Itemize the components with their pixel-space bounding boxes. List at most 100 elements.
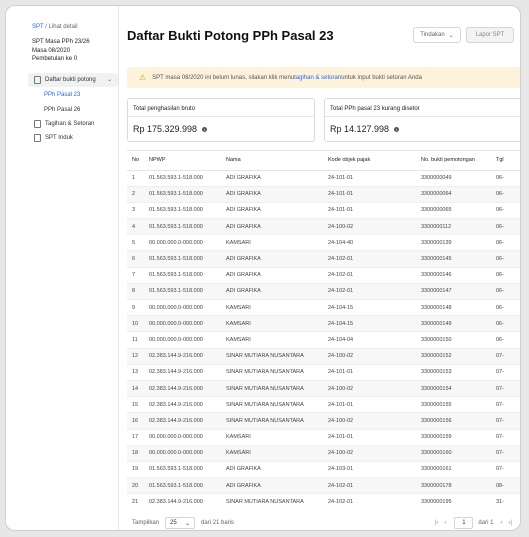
table-row[interactable]: 7 01.563.593.1-518.000 ADI GRAFIKA 24-102-0…	[127, 267, 520, 284]
table-row[interactable]: 5 00.000.000.0-000.000 KAMSARI 24-104-40 330…	[127, 234, 520, 252]
alert-tagihan-link[interactable]: tagihan & setoran	[294, 75, 341, 81]
table-row[interactable]: 18 00.000.000.0-000.000 KAMSARI 24-100-02 33…	[127, 445, 520, 462]
cell-nomor-bukti: 3300000064	[421, 186, 496, 203]
table-row[interactable]: 15 02.383.144.9-216.000 SINAR MUTIARA NUSA…	[127, 396, 520, 414]
pph-summary-card: Total PPh pasal 23 kurang disetor Rp 14.…	[324, 98, 520, 142]
app-window: SPT / Lihat detail SPT Masa PPh 23/26 Ma…	[5, 5, 521, 531]
chevron-down-icon: ⌄	[184, 520, 191, 527]
cell-kode-objek: 24-102-01	[328, 283, 421, 301]
tindakan-button[interactable]: Tindakan ⌄	[413, 27, 461, 43]
cell-tanggal: 31-	[496, 493, 520, 506]
cell-no: 13	[127, 364, 149, 381]
cell-nama: SINAR MUTIARA NUSANTARA	[226, 348, 328, 365]
page-number-input[interactable]: 1	[454, 517, 474, 529]
table-row[interactable]: 4 01.563.593.1-518.000 ADI GRAFIKA 24-100-0…	[127, 218, 520, 236]
table-row[interactable]: 8 01.563.593.1-518.000 ADI GRAFIKA 24-102-0…	[127, 283, 520, 301]
per-page-select[interactable]: 25 ⌄	[165, 517, 196, 529]
cell-no: 20	[127, 477, 149, 495]
table-row[interactable]: 21 02.383.144.9-216.000 SINAR MUTIARA NUSA…	[127, 493, 520, 506]
last-page-icon[interactable]: ›|	[508, 520, 512, 526]
sidebar-item-spt-induk[interactable]: SPT Induk	[28, 131, 118, 145]
column-header-no[interactable]: No	[127, 151, 149, 171]
cell-nama: ADI GRAFIKA	[226, 170, 328, 187]
cell-tanggal: 07-	[496, 429, 520, 446]
cell-nomor-bukti: 3300000156	[421, 412, 496, 430]
sidebar-item-pph-26[interactable]: PPh Pasal 26	[28, 102, 118, 117]
document-icon	[34, 76, 41, 84]
cell-kode-objek: 24-100-02	[328, 380, 421, 398]
info-icon[interactable]: i	[202, 126, 208, 132]
table-row[interactable]: 19 01.563.593.1-518.000 ADI GRAFIKA 24-103-…	[127, 461, 520, 479]
cell-no: 14	[127, 380, 149, 398]
first-page-icon[interactable]: |‹	[435, 520, 439, 526]
cell-nama: SINAR MUTIARA NUSANTARA	[226, 380, 328, 398]
table-row[interactable]: 17 00.000.000.0-000.000 KAMSARI 24-101-01 33…	[127, 429, 520, 446]
table-row[interactable]: 14 02.383.144.9-216.000 SINAR MUTIARA NUSA…	[127, 380, 520, 398]
column-header-kode-objek[interactable]: Kode objek pajak	[328, 151, 421, 171]
cell-kode-objek: 24-104-15	[328, 299, 421, 317]
cell-nomor-bukti: 3300000152	[421, 348, 496, 365]
cell-nama: ADI GRAFIKA	[226, 267, 328, 284]
cell-npwp: 01.563.593.1-518.000	[149, 477, 226, 495]
show-label: Tampilkan	[132, 520, 160, 526]
cell-npwp: 01.563.593.1-518.000	[149, 461, 226, 479]
breadcrumb-spt-link[interactable]: SPT	[32, 24, 44, 30]
sidebar-item-pph-23[interactable]: PPh Pasal 23	[28, 87, 118, 102]
table-row[interactable]: 11 00.000.000.0-000.000 KAMSARI 24-104-04 33…	[127, 331, 520, 349]
cell-tanggal: 06-	[496, 315, 520, 333]
table-row[interactable]: 13 02.383.144.9-216.000 SINAR MUTIARA NUSA…	[127, 364, 520, 381]
cell-tanggal: 07-	[496, 364, 520, 381]
cell-tanggal: 06-	[496, 202, 520, 220]
page-title: Daftar Bukti Potong PPh Pasal 23	[127, 28, 334, 43]
sidebar-nav: Daftar bukti potong ⌄ PPh Pasal 23 PPh P…	[28, 73, 118, 145]
column-header-nama[interactable]: Nama	[226, 151, 328, 171]
prev-page-icon[interactable]: ‹	[444, 520, 446, 526]
column-header-nomor-bukti[interactable]: No. bukti pemotongan	[421, 151, 496, 171]
pph-label: Total PPh pasal 23 kurang disetor	[330, 106, 420, 112]
cell-npwp: 00.000.000.0-000.000	[149, 331, 226, 349]
next-page-icon[interactable]: ›	[500, 520, 502, 526]
bruto-value: Rp 175.329.998	[133, 124, 198, 134]
alert-text-after: untuk input bukti setoran Anda	[341, 74, 422, 81]
cell-kode-objek: 24-100-02	[328, 218, 421, 236]
sidebar-item-label: Tagihan & Setoran	[45, 121, 95, 127]
table-row[interactable]: 16 02.383.144.9-216.000 SINAR MUTIARA NUSA…	[127, 412, 520, 430]
table-row[interactable]: 6 01.563.593.1-518.000 ADI GRAFIKA 24-102-0…	[127, 250, 520, 268]
cell-tanggal: 06-	[496, 170, 520, 187]
table-header-row: No NPWP Nama Kode objek pajak No. bukti …	[127, 151, 520, 171]
cell-kode-objek: 24-102-01	[328, 493, 421, 506]
document-icon	[34, 134, 41, 142]
column-header-tanggal[interactable]: Tgl	[496, 151, 520, 171]
sidebar-item-daftar-bukti-potong[interactable]: Daftar bukti potong ⌄	[28, 73, 118, 87]
lapor-spt-button[interactable]: Lapor SPT	[466, 27, 514, 43]
cell-nomor-bukti: 3300000155	[421, 396, 496, 414]
sidebar-item-tagihan-setoran[interactable]: Tagihan & Setoran	[28, 117, 118, 131]
table-row[interactable]: 3 01.563.593.1-518.000 ADI GRAFIKA 24-101-0…	[127, 202, 520, 220]
table-row[interactable]: 12 02.383.144.9-216.000 SINAR MUTIARA NUSA…	[127, 348, 520, 365]
cell-kode-objek: 24-102-01	[328, 250, 421, 268]
cell-no: 1	[127, 170, 149, 187]
bruto-value-row: Rp 175.329.998 i	[133, 124, 208, 134]
cell-nama: KAMSARI	[226, 234, 328, 252]
bukti-potong-table-container[interactable]: No NPWP Nama Kode objek pajak No. bukti …	[127, 150, 520, 506]
column-header-npwp[interactable]: NPWP	[149, 151, 226, 171]
cell-nama: ADI GRAFIKA	[226, 461, 328, 479]
table-row[interactable]: 2 01.563.593.1-518.000 ADI GRAFIKA 24-101-0…	[127, 186, 520, 203]
cell-kode-objek: 24-101-01	[328, 429, 421, 446]
info-icon[interactable]: i	[394, 126, 400, 132]
table-row[interactable]: 1 01.563.593.1-518.000 ADI GRAFIKA 24-101-0…	[127, 170, 520, 187]
table-row[interactable]: 20 01.563.593.1-518.000 ADI GRAFIKA 24-102-…	[127, 477, 520, 495]
breadcrumb: SPT / Lihat detail	[32, 24, 78, 30]
table-row[interactable]: 10 00.000.000.0-000.000 KAMSARI 24-104-15 33…	[127, 315, 520, 333]
cell-nomor-bukti: 3300000049	[421, 170, 496, 187]
table-row[interactable]: 9 00.000.000.0-000.000 KAMSARI 24-104-15 330…	[127, 299, 520, 317]
cell-nomor-bukti: 3300000148	[421, 299, 496, 317]
cell-nomor-bukti: 3300000160	[421, 445, 496, 462]
cell-tanggal: 08-	[496, 477, 520, 495]
cell-no: 18	[127, 445, 149, 462]
chevron-down-icon: ⌄	[106, 77, 112, 83]
cell-npwp: 01.563.593.1-518.000	[149, 202, 226, 220]
cell-tanggal: 07-	[496, 412, 520, 430]
main-content: Daftar Bukti Potong PPh Pasal 23 Tindaka…	[119, 6, 520, 530]
cell-npwp: 02.383.144.9-216.000	[149, 364, 226, 381]
